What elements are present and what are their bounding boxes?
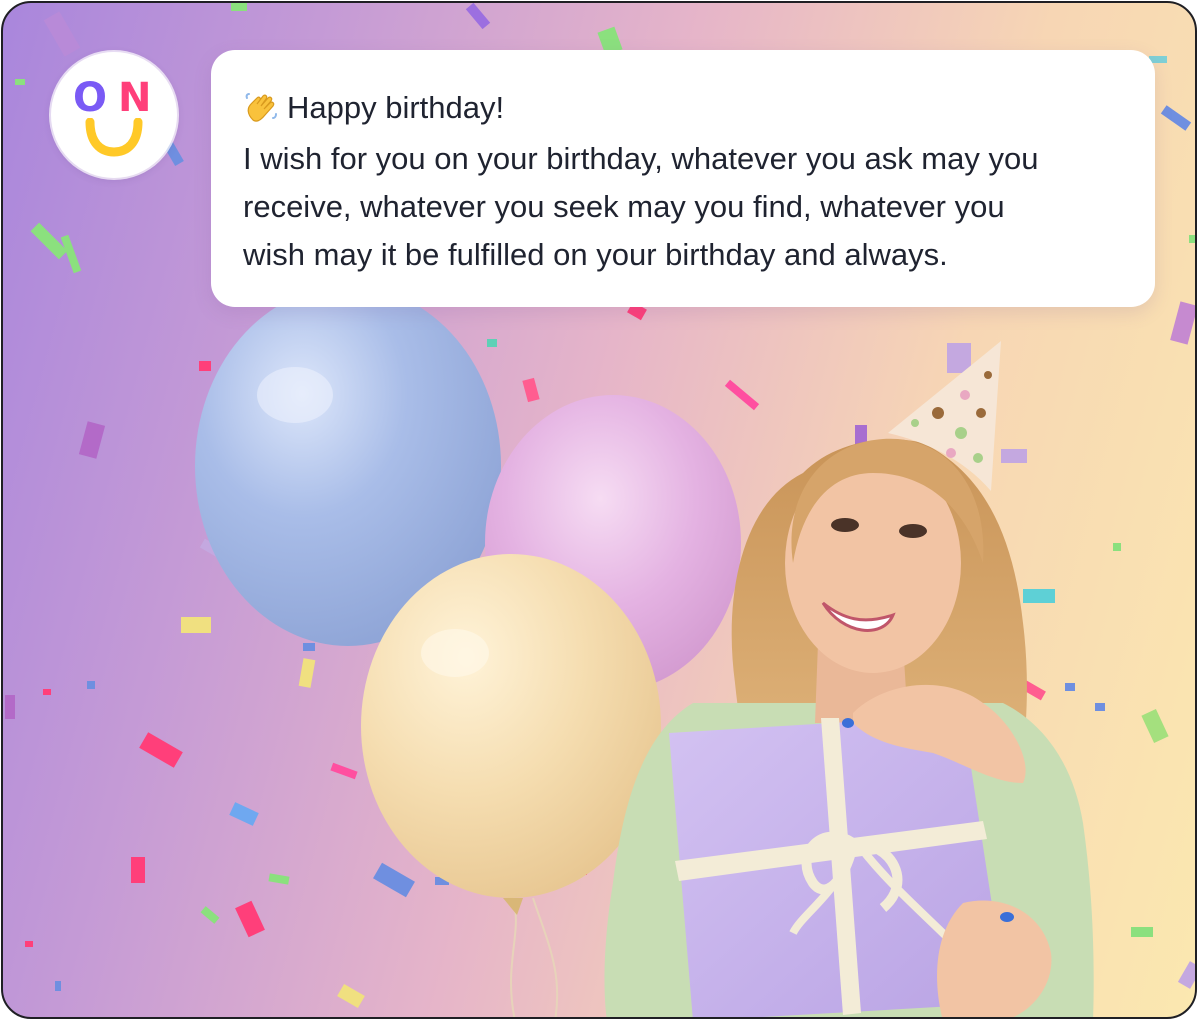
logo-letter-o: O (73, 75, 108, 121)
logo-letter-n: N (118, 75, 152, 121)
balloon-yellow (361, 554, 661, 898)
message-body: I wish for you on your birthday, whateve… (243, 141, 1039, 272)
message-bubble: Happy birthday! I wish for you on your b… (211, 50, 1155, 307)
waving-hand-icon (245, 93, 277, 122)
brand-avatar: O N (51, 52, 177, 178)
smile-icon (85, 118, 143, 157)
birthday-card: O N Happy birthday! I wish for you on yo… (1, 1, 1197, 1019)
message-title: Happy birthday! (243, 86, 1125, 130)
message-title-text: Happy birthday! (287, 90, 505, 125)
